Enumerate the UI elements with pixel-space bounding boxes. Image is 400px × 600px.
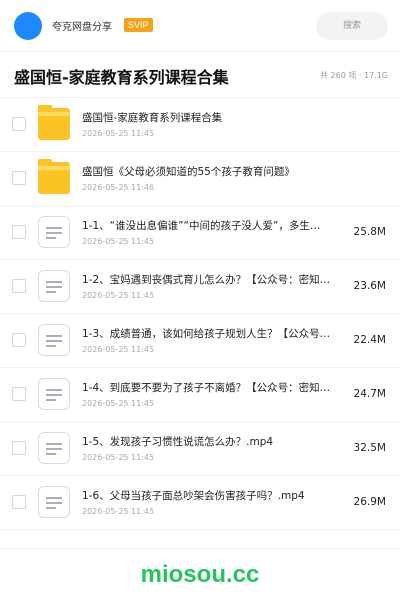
item-checkbox[interactable]: [12, 279, 26, 293]
list-item[interactable]: 1-4、到底要不要为了孩子不离婚？【公众号：密知圈… 2026-05-25 11…: [0, 368, 400, 422]
folder-icon: [38, 105, 70, 140]
item-date: 2026-05-25 11:45: [82, 237, 155, 246]
list-item[interactable]: 1-6、父母当孩子面总吵架会伤害孩子吗？.mp4 2026-05-25 11:4…: [0, 476, 400, 530]
item-size: 25.8M: [353, 226, 386, 238]
item-name: 1-3、成绩普通，该如何给孩子规划人生？【公众号：…: [82, 328, 334, 340]
item-date: 2026-05-25 11:45: [82, 291, 155, 300]
document-icon: [38, 432, 70, 464]
watermark: miosou.cc: [140, 561, 260, 588]
item-name: 1-1、“谁没出息偏谁”“中间的孩子没人爱”，多生…: [82, 220, 321, 232]
folder-icon: [38, 159, 70, 194]
item-size: 32.5M: [353, 442, 386, 454]
file-list: 盛国恒-家庭教育系列课程合集 2026-05-25 11:45 盛国恒《父母必须…: [0, 98, 400, 530]
item-checkbox[interactable]: [12, 117, 26, 131]
item-date: 2026-05-25 11:45: [82, 345, 155, 354]
item-date: 2026-05-25 11:45: [82, 129, 155, 138]
search-button[interactable]: 搜索: [316, 12, 388, 40]
item-date: 2026-05-25 11:45: [82, 453, 155, 462]
item-name: 盛国恒-家庭教育系列课程合集: [82, 112, 223, 124]
item-name: 盛国恒《父母必须知道的55个孩子教育问题》: [82, 166, 295, 178]
document-icon: [38, 486, 70, 518]
item-checkbox[interactable]: [12, 171, 26, 185]
document-icon: [38, 378, 70, 410]
share-header: 盛国恒-家庭教育系列课程合集 共 260 项 · 17.1G: [0, 52, 400, 98]
share-meta: 共 260 项 · 17.1G: [320, 71, 388, 80]
page-title: 盛国恒-家庭教育系列课程合集: [14, 68, 229, 87]
item-name: 1-2、宝妈遇到丧偶式育儿怎么办？【公众号：密知圈…: [82, 274, 334, 286]
footer: miosou.cc: [0, 548, 400, 600]
document-icon: [38, 270, 70, 302]
item-checkbox[interactable]: [12, 495, 26, 509]
item-name: 1-5、发现孩子习惯性说谎怎么办？.mp4: [82, 436, 274, 448]
item-size: 26.9M: [353, 496, 386, 508]
item-size: 23.6M: [353, 280, 386, 292]
list-item[interactable]: 1-2、宝妈遇到丧偶式育儿怎么办？【公众号：密知圈… 2026-05-25 11…: [0, 260, 400, 314]
svip-badge: SVIP: [124, 18, 153, 32]
avatar[interactable]: [14, 12, 42, 40]
item-checkbox[interactable]: [12, 441, 26, 455]
item-name: 1-4、到底要不要为了孩子不离婚？【公众号：密知圈…: [82, 382, 334, 394]
document-icon: [38, 216, 70, 248]
user-name: 夸克网盘分享: [52, 22, 112, 33]
item-size: 24.7M: [353, 388, 386, 400]
list-item[interactable]: 1-3、成绩普通，该如何给孩子规划人生？【公众号：… 2026-05-25 11…: [0, 314, 400, 368]
document-icon: [38, 324, 70, 356]
list-item[interactable]: 1-5、发现孩子习惯性说谎怎么办？.mp4 2026-05-25 11:45 3…: [0, 422, 400, 476]
item-date: 2026-05-25 11:45: [82, 507, 155, 516]
top-bar: 夸克网盘分享 SVIP 搜索: [0, 0, 400, 52]
item-date: 2026-05-25 11:46: [82, 183, 155, 192]
item-checkbox[interactable]: [12, 387, 26, 401]
item-date: 2026-05-25 11:45: [82, 399, 155, 408]
item-size: 22.4M: [353, 334, 386, 346]
list-item[interactable]: 盛国恒-家庭教育系列课程合集 2026-05-25 11:45: [0, 98, 400, 152]
item-checkbox[interactable]: [12, 225, 26, 239]
list-item[interactable]: 盛国恒《父母必须知道的55个孩子教育问题》 2026-05-25 11:46: [0, 152, 400, 206]
item-name: 1-6、父母当孩子面总吵架会伤害孩子吗？.mp4: [82, 490, 305, 502]
item-checkbox[interactable]: [12, 333, 26, 347]
list-item[interactable]: 1-1、“谁没出息偏谁”“中间的孩子没人爱”，多生… 2026-05-25 11…: [0, 206, 400, 260]
